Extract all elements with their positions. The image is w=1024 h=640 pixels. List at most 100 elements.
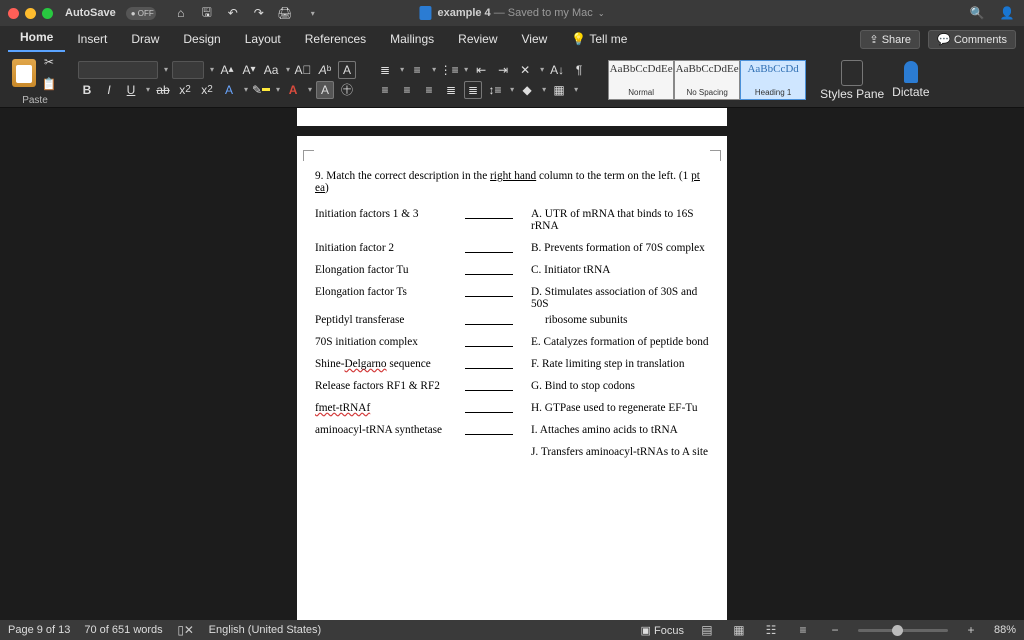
cut-icon[interactable]: ✂ (40, 53, 58, 71)
page-indicator[interactable]: Page 9 of 13 (8, 624, 70, 636)
style-heading1[interactable]: AaBbCcDdHeading 1 (740, 60, 806, 100)
save-icon[interactable]: 🖫 (198, 4, 216, 22)
answer-blank[interactable] (465, 264, 513, 275)
zoom-thumb[interactable] (892, 625, 903, 636)
zoom-slider[interactable] (858, 629, 948, 632)
font-family-select[interactable] (78, 61, 158, 79)
print-layout-view-icon[interactable]: ▤ (698, 623, 716, 637)
justify-icon[interactable]: ≣ (442, 81, 460, 99)
subscript-button[interactable]: x2 (176, 81, 194, 99)
change-case-icon[interactable]: Aa (262, 61, 280, 79)
undo-icon[interactable]: ↶ (224, 4, 242, 22)
italic-button[interactable]: I (100, 81, 118, 99)
tab-home[interactable]: Home (8, 25, 65, 52)
tab-mailings[interactable]: Mailings (378, 27, 446, 52)
style-nospacing[interactable]: AaBbCcDdEeNo Spacing (674, 60, 740, 100)
draft-view-icon[interactable]: ≡ (794, 623, 812, 637)
decrease-indent-icon[interactable]: ⇤ (472, 61, 490, 79)
answer-blank[interactable] (465, 380, 513, 391)
show-marks-icon[interactable]: ¶ (570, 61, 588, 79)
font-size-select[interactable] (172, 61, 204, 79)
minimize-window-icon[interactable] (25, 8, 36, 19)
answer-blank[interactable] (465, 208, 513, 219)
answer-blank[interactable] (465, 286, 513, 297)
font-dd-icon[interactable]: ▾ (164, 65, 168, 74)
enclose-char-icon[interactable]: ㊉ (338, 81, 356, 99)
tab-layout[interactable]: Layout (233, 27, 293, 52)
char-shading-icon[interactable]: A (316, 81, 334, 99)
home-icon[interactable]: ⌂ (172, 4, 190, 22)
paste-icon[interactable] (12, 59, 36, 87)
style-normal[interactable]: AaBbCcDdEeNormal (608, 60, 674, 100)
answer-blank[interactable] (465, 358, 513, 369)
document-area[interactable]: 9. Match the correct description in the … (0, 108, 1024, 620)
autosave-toggle[interactable]: ● OFF (126, 7, 156, 20)
web-layout-view-icon[interactable]: ▦ (730, 623, 748, 637)
outline-view-icon[interactable]: ☷ (762, 623, 780, 637)
close-window-icon[interactable] (8, 8, 19, 19)
paragraph-group: ≣▾ ≡▾ ⋮≡▾ ⇤ ⇥ ✕▾ A↓ ¶ ≡ ≡ ≡ ≣ ≣ ↕≡▾ ◆▾ ▦… (370, 61, 594, 99)
zoom-out-icon[interactable]: − (826, 623, 844, 637)
numbering-icon[interactable]: ≡ (408, 61, 426, 79)
redo-icon[interactable]: ↷ (250, 4, 268, 22)
zoom-level[interactable]: 88% (994, 624, 1016, 636)
title-dropdown-icon[interactable]: ⌄ (598, 9, 605, 18)
text-effects-icon[interactable]: A (220, 81, 238, 99)
tab-review[interactable]: Review (446, 27, 509, 52)
language-indicator[interactable]: English (United States) (209, 624, 322, 636)
underline-button[interactable]: U (122, 81, 140, 99)
decrease-font-icon[interactable]: A▾ (240, 61, 258, 79)
word-count[interactable]: 70 of 651 words (84, 624, 162, 636)
bold-button[interactable]: B (78, 81, 96, 99)
char-border-icon[interactable]: A (338, 61, 356, 79)
bullets-icon[interactable]: ≣ (376, 61, 394, 79)
print-icon[interactable]: 🖨 (276, 4, 294, 22)
share-button[interactable]: ⇪ Share (860, 30, 920, 49)
highlight-icon[interactable]: ✎ (252, 81, 270, 99)
tab-tellme[interactable]: 💡 Tell me (559, 27, 639, 52)
zoom-in-icon[interactable]: + (962, 623, 980, 637)
increase-font-icon[interactable]: A▴ (218, 61, 236, 79)
distributed-icon[interactable]: ≣ (464, 81, 482, 99)
multilevel-icon[interactable]: ⋮≡ (440, 61, 458, 79)
tab-insert[interactable]: Insert (65, 27, 119, 52)
asian-layout-icon[interactable]: ✕ (516, 61, 534, 79)
search-icon[interactable]: 🔍 (968, 4, 986, 22)
comments-button[interactable]: 💬 Comments (928, 30, 1016, 49)
font-color-icon[interactable]: A (284, 81, 302, 99)
align-right-icon[interactable]: ≡ (420, 81, 438, 99)
size-dd-icon[interactable]: ▾ (210, 65, 214, 74)
spellcheck-icon[interactable]: ▯✕ (177, 623, 195, 637)
left-term: Peptidyl transferase (315, 314, 465, 326)
page[interactable]: 9. Match the correct description in the … (297, 136, 727, 620)
answer-blank[interactable] (465, 242, 513, 253)
left-term: Elongation factor Ts (315, 286, 465, 310)
answer-blank[interactable] (465, 314, 513, 325)
dictate-button[interactable]: Dictate (892, 61, 929, 99)
tab-view[interactable]: View (510, 27, 560, 52)
increase-indent-icon[interactable]: ⇥ (494, 61, 512, 79)
answer-blank[interactable] (465, 336, 513, 347)
focus-mode[interactable]: ▣ Focus (641, 624, 684, 637)
copy-icon[interactable]: 📋 (40, 75, 58, 93)
tab-design[interactable]: Design (171, 27, 232, 52)
align-left-icon[interactable]: ≡ (376, 81, 394, 99)
clear-format-icon[interactable]: A⃠ (294, 61, 312, 79)
borders-icon[interactable]: ▦ (550, 81, 568, 99)
shading-icon[interactable]: ◆ (518, 81, 536, 99)
answer-blank[interactable] (465, 402, 513, 413)
strikethrough-button[interactable]: ab (154, 81, 172, 99)
shine-post: sequence (387, 358, 431, 370)
sort-icon[interactable]: A↓ (548, 61, 566, 79)
account-icon[interactable]: 👤 (998, 4, 1016, 22)
answer-blank[interactable] (465, 424, 513, 435)
align-center-icon[interactable]: ≡ (398, 81, 416, 99)
styles-pane-button[interactable]: Styles Pane (820, 60, 884, 100)
maximize-window-icon[interactable] (42, 8, 53, 19)
qat-dropdown-icon[interactable]: ▾ (304, 4, 322, 22)
line-spacing-icon[interactable]: ↕≡ (486, 81, 504, 99)
tab-draw[interactable]: Draw (119, 27, 171, 52)
tab-references[interactable]: References (293, 27, 378, 52)
superscript-button[interactable]: x2 (198, 81, 216, 99)
phonetic-icon[interactable]: Aᵇ (316, 61, 334, 79)
